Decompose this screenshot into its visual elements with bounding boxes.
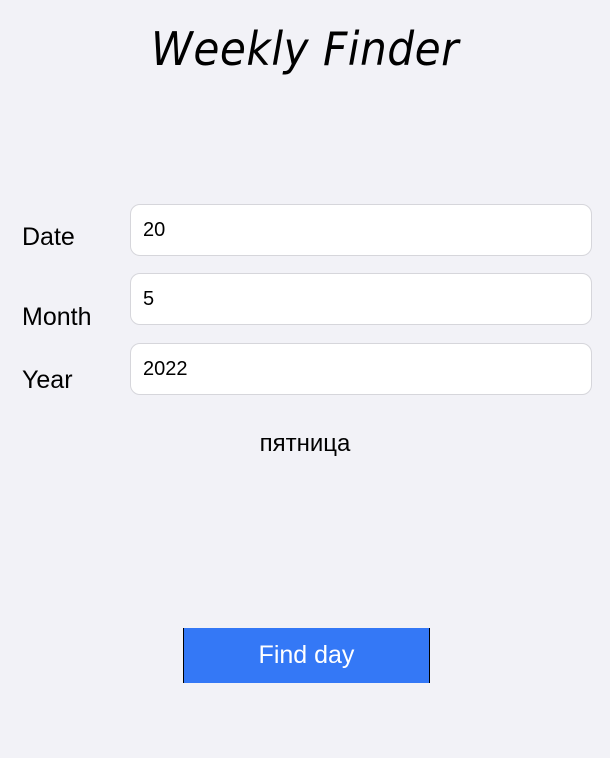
app-title: Weekly Finder bbox=[151, 22, 459, 76]
year-label: Year bbox=[22, 366, 73, 394]
result-weekday: пятница bbox=[259, 430, 351, 457]
find-day-button[interactable]: Find day bbox=[183, 628, 430, 683]
date-field[interactable] bbox=[130, 204, 592, 256]
month-label: Month bbox=[22, 303, 92, 331]
date-label: Date bbox=[22, 223, 75, 251]
month-field[interactable] bbox=[130, 273, 592, 325]
year-field[interactable] bbox=[130, 343, 592, 395]
